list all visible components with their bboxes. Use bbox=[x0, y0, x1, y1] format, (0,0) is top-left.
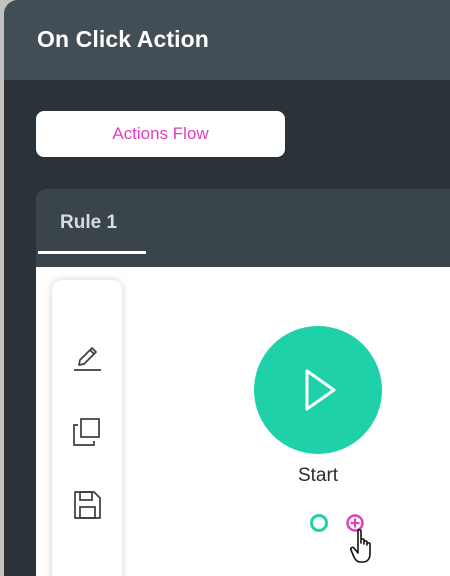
pencil-icon[interactable] bbox=[69, 340, 105, 376]
start-node[interactable] bbox=[254, 326, 382, 454]
save-icon[interactable] bbox=[69, 487, 105, 523]
dialog-title-bar: On Click Action bbox=[4, 0, 450, 80]
play-icon bbox=[305, 369, 336, 411]
actions-flow-button[interactable]: Actions Flow bbox=[36, 111, 285, 157]
flow-canvas[interactable]: Start bbox=[36, 267, 450, 576]
copy-icon[interactable] bbox=[69, 414, 105, 450]
start-node-label: Start bbox=[297, 465, 339, 486]
dialog-title: On Click Action bbox=[37, 26, 209, 52]
canvas-toolbar bbox=[52, 280, 122, 576]
rules-panel: Rule 1 Start bbox=[36, 189, 450, 576]
hand-pointer-cursor-icon bbox=[349, 529, 371, 563]
active-tab-indicator bbox=[38, 251, 146, 254]
tab-rule-1[interactable]: Rule 1 bbox=[36, 189, 148, 255]
tab-rule-1-label: Rule 1 bbox=[60, 212, 118, 233]
input-connector-icon[interactable] bbox=[309, 513, 329, 533]
on-click-action-dialog: On Click Action Actions Flow Rule 1 Star… bbox=[4, 0, 450, 576]
